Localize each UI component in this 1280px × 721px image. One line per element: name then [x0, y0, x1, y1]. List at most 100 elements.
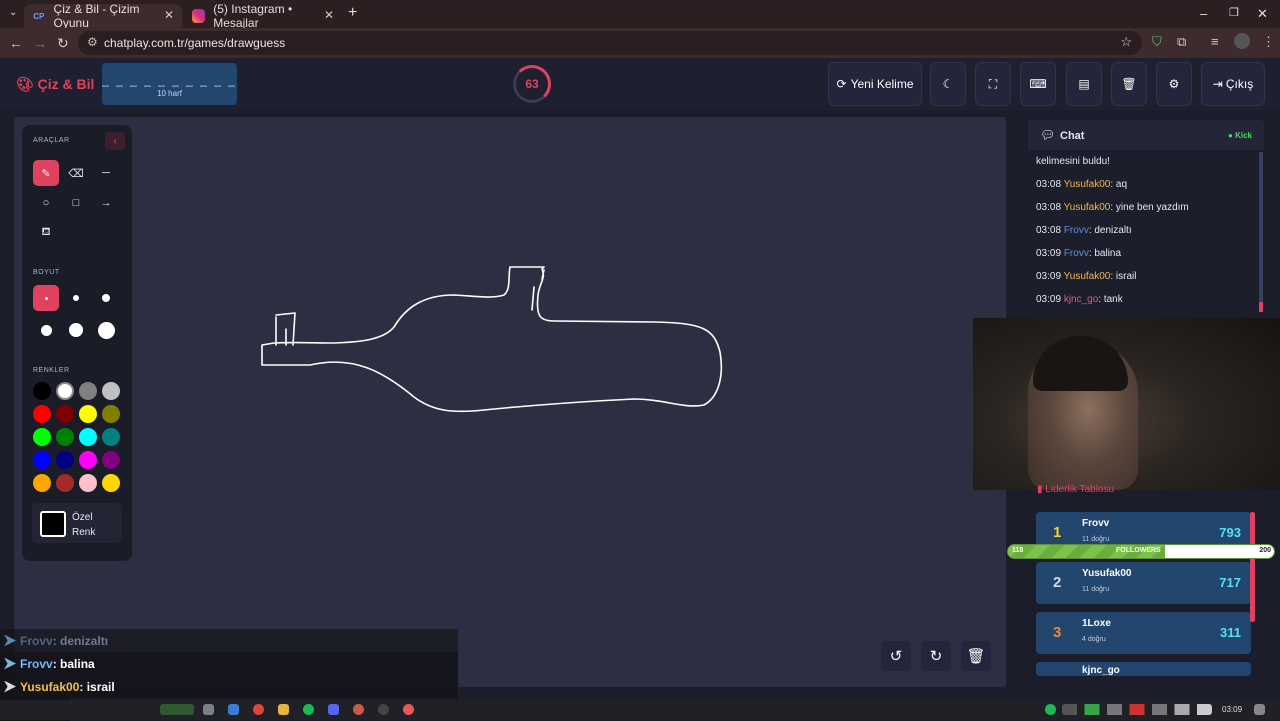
- close-window-icon[interactable]: ✕: [1257, 6, 1268, 22]
- tab-search-icon[interactable]: ⌄: [9, 7, 17, 18]
- color-swatch[interactable]: [79, 451, 97, 469]
- extensions-icon[interactable]: ⧉: [1177, 34, 1186, 50]
- color-swatch[interactable]: [33, 405, 51, 423]
- custom-color-label-2: Renk: [72, 527, 96, 538]
- minimize-icon[interactable]: –: [1200, 6, 1207, 21]
- color-swatch[interactable]: [102, 405, 120, 423]
- line-tool-button[interactable]: ─: [93, 160, 119, 186]
- custom-color-preview: [40, 511, 66, 537]
- clear-canvas-button[interactable]: 🗑︎: [961, 641, 991, 671]
- trash-icon: 🗑︎: [1121, 77, 1137, 91]
- arrow-tool-button[interactable]: →: [93, 190, 119, 216]
- chat-username[interactable]: Yusufak00: [1064, 179, 1111, 190]
- size-2-button[interactable]: [63, 285, 89, 311]
- word-hint-box: _ _ _ _ _ _ _ _ _ _ 10 harf: [102, 63, 237, 105]
- tray-spotify-icon[interactable]: [1045, 704, 1056, 715]
- chat-username[interactable]: Frovv: [1064, 225, 1089, 236]
- discord-icon[interactable]: [328, 704, 339, 715]
- color-swatch[interactable]: [56, 382, 74, 400]
- color-swatch[interactable]: [102, 382, 120, 400]
- color-swatch[interactable]: [102, 451, 120, 469]
- color-swatch[interactable]: [79, 382, 97, 400]
- chat-scrollbar[interactable]: [1259, 152, 1263, 312]
- reload-icon[interactable]: ↻: [57, 35, 69, 52]
- color-swatch[interactable]: [102, 474, 120, 492]
- size-4-button[interactable]: [33, 317, 59, 343]
- color-swatch[interactable]: [56, 474, 74, 492]
- chat-scrollbar-thumb[interactable]: [1259, 302, 1263, 312]
- obs-icon[interactable]: [378, 704, 389, 715]
- media-player-icon[interactable]: [403, 704, 414, 715]
- bookmark-star-icon[interactable]: ☆: [1120, 34, 1132, 50]
- tray-icons[interactable]: [1062, 704, 1212, 715]
- size-1-button[interactable]: [33, 285, 59, 311]
- theme-toggle-button[interactable]: ☾: [930, 62, 966, 106]
- new-word-button[interactable]: ⟳ Yeni Kelime: [828, 62, 922, 106]
- file-explorer-icon[interactable]: [278, 704, 289, 715]
- chat-username[interactable]: Frovv: [1064, 248, 1089, 259]
- address-bar[interactable]: ⚙ chatplay.com.tr/games/drawguess ☆: [78, 31, 1142, 55]
- undo-button[interactable]: ↺: [881, 641, 911, 671]
- site-info-icon[interactable]: ⚙: [87, 35, 98, 49]
- chat-time: 03:09: [1036, 248, 1062, 259]
- archive-button[interactable]: ▤: [1066, 62, 1102, 106]
- chat-username[interactable]: Yusufak00: [1064, 271, 1111, 282]
- task-view-icon[interactable]: [203, 704, 214, 715]
- delete-button[interactable]: 🗑︎: [1111, 62, 1147, 106]
- color-swatch[interactable]: [79, 405, 97, 423]
- back-icon[interactable]: ←: [9, 35, 23, 51]
- color-swatch[interactable]: [33, 474, 51, 492]
- spotify-icon[interactable]: [303, 704, 314, 715]
- menu-icon[interactable]: ⋮: [1262, 34, 1275, 50]
- collapse-panel-button[interactable]: ‹: [105, 132, 125, 150]
- color-swatch[interactable]: [102, 428, 120, 446]
- app-icon[interactable]: [228, 704, 239, 715]
- color-swatch[interactable]: [79, 428, 97, 446]
- color-swatch[interactable]: [56, 405, 74, 423]
- size-6-button[interactable]: [93, 317, 119, 343]
- color-swatch[interactable]: [33, 382, 51, 400]
- color-swatch[interactable]: [56, 428, 74, 446]
- close-tab-icon[interactable]: ✕: [324, 8, 334, 22]
- chrome-icon[interactable]: [253, 704, 264, 715]
- chrome-active-icon[interactable]: [353, 704, 364, 715]
- color-swatch[interactable]: [56, 451, 74, 469]
- twitch-platform-icon: [4, 680, 16, 693]
- rectangle-tool-button[interactable]: □: [63, 190, 89, 216]
- chat-username[interactable]: kjnc_go: [1064, 294, 1098, 305]
- leaderboard-scrollbar[interactable]: [1250, 512, 1255, 622]
- chat-header: 💬︎ Chat ● Kick: [1028, 120, 1264, 150]
- app-logo[interactable]: 🎨︎ Çiz & Bil: [16, 76, 94, 93]
- restore-icon[interactable]: ❐: [1229, 6, 1239, 19]
- shield-extension-icon[interactable]: ⛉: [1152, 34, 1162, 50]
- circle-tool-button[interactable]: ○: [33, 190, 59, 216]
- profile-avatar-icon[interactable]: [1234, 33, 1250, 49]
- media-icon[interactable]: ≡: [1211, 34, 1219, 49]
- drawing-canvas[interactable]: [14, 117, 1006, 687]
- fill-tool-button[interactable]: ⛾: [33, 220, 59, 246]
- color-swatch[interactable]: [79, 474, 97, 492]
- color-swatch[interactable]: [33, 428, 51, 446]
- tab-drawguess[interactable]: CP Çiz & Bil - Çizim Oyunu ✕: [24, 2, 182, 30]
- notifications-icon[interactable]: [1254, 704, 1265, 715]
- leaderboard-rank: 1: [1053, 524, 1062, 541]
- chat-messages[interactable]: kelimesini buldu! 03:08 Yusufak00: aq 03:…: [1028, 150, 1264, 312]
- redo-button[interactable]: ↻: [921, 641, 951, 671]
- size-3-button[interactable]: [93, 285, 119, 311]
- chat-username[interactable]: Yusufak00: [1064, 202, 1111, 213]
- exit-button[interactable]: ⇥ Çıkış: [1201, 62, 1265, 106]
- eraser-tool-button[interactable]: ⌫: [63, 160, 89, 186]
- fullscreen-button[interactable]: ⛶: [975, 62, 1011, 106]
- size-5-button[interactable]: [63, 317, 89, 343]
- forest-widget-icon[interactable]: [160, 704, 194, 715]
- keyboard-button[interactable]: ⌨: [1020, 62, 1056, 106]
- close-tab-icon[interactable]: ✕: [164, 8, 174, 22]
- tab-instagram[interactable]: (5) Instagram • Mesajlar ✕: [184, 2, 342, 30]
- color-swatch[interactable]: [33, 451, 51, 469]
- custom-color-button[interactable]: Özel Renk: [32, 503, 122, 543]
- line-icon: ─: [102, 167, 110, 179]
- new-tab-button[interactable]: +: [348, 4, 357, 22]
- settings-button[interactable]: ⚙: [1156, 62, 1192, 106]
- forward-icon[interactable]: →: [33, 35, 47, 51]
- pencil-tool-button[interactable]: ✎: [33, 160, 59, 186]
